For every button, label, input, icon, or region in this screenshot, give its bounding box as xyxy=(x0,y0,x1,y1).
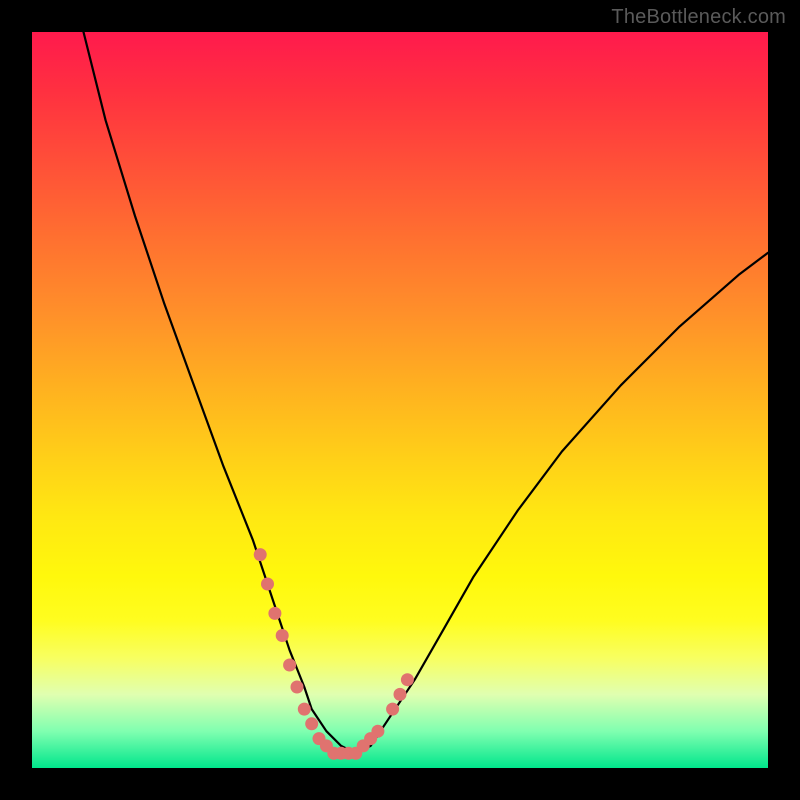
marker-dot xyxy=(371,725,384,738)
marker-dot xyxy=(386,703,399,716)
marker-dot xyxy=(291,681,304,694)
marker-dot xyxy=(261,578,274,591)
chart-frame: TheBottleneck.com xyxy=(0,0,800,800)
watermark-text: TheBottleneck.com xyxy=(611,6,786,29)
marker-dot xyxy=(305,717,318,730)
marker-dot xyxy=(401,673,414,686)
marker-dot xyxy=(298,703,311,716)
marker-dot xyxy=(394,688,407,701)
marker-dot xyxy=(268,607,281,620)
highlight-markers xyxy=(254,548,414,760)
marker-dot xyxy=(283,659,296,672)
curve-layer xyxy=(32,32,768,768)
marker-dot xyxy=(276,629,289,642)
marker-dot xyxy=(254,548,267,561)
plot-area xyxy=(32,32,768,768)
bottleneck-curve-path xyxy=(84,32,769,753)
